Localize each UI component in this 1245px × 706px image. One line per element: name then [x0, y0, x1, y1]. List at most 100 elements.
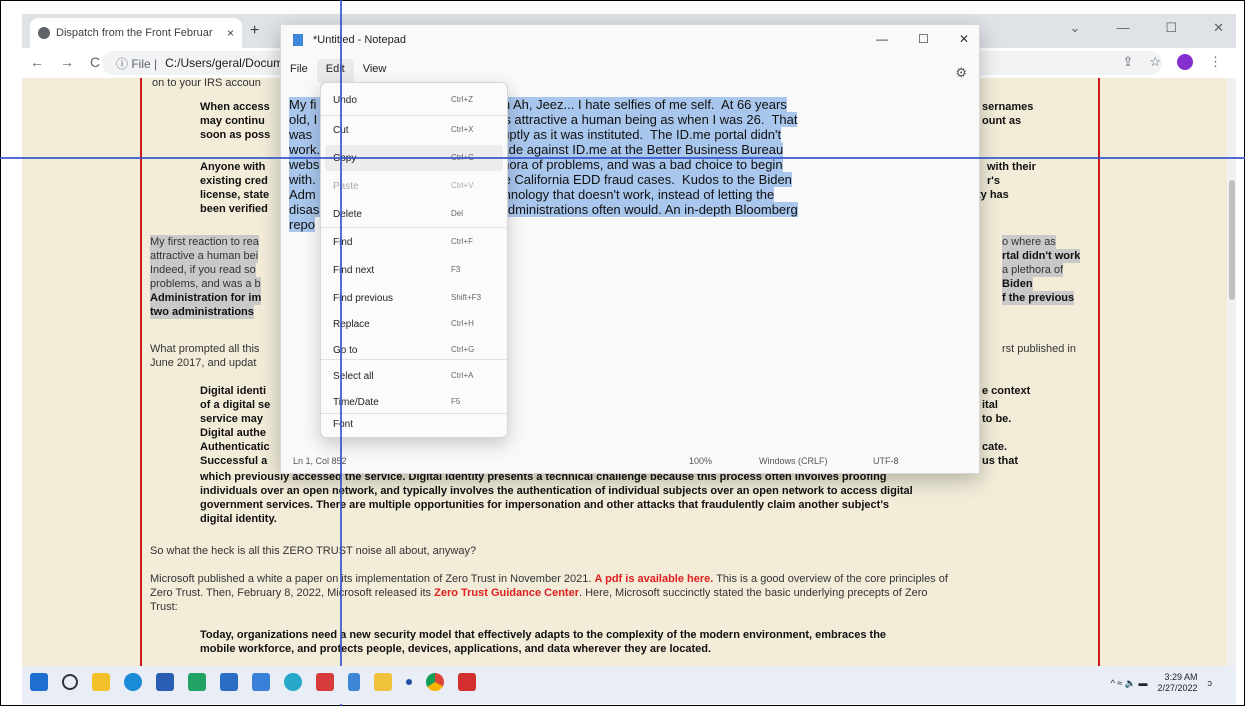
highlight-line: Indeed, if you read so [150, 263, 256, 277]
profile-avatar[interactable] [1177, 54, 1193, 70]
notepad-icon[interactable] [348, 673, 360, 691]
notepad-statusbar: Ln 1, Col 852 100% Windows (CRLF) UTF-8 [281, 449, 979, 473]
menu-separator [321, 115, 507, 116]
windows-start-icon[interactable] [30, 673, 48, 691]
page-fragment: e context [982, 385, 1031, 397]
page-line: may continu [200, 115, 265, 127]
notepad-close-button[interactable]: ✕ [959, 32, 969, 46]
encoding: UTF-8 [873, 456, 899, 466]
reload-button[interactable]: C [90, 54, 100, 70]
line-ending: Windows (CRLF) [759, 456, 828, 466]
folder-icon[interactable] [374, 673, 392, 691]
menu-item-shortcut: Shift+F3 [451, 293, 482, 302]
windows-taskbar: ^ ≈ 🔈 ▬ 3:29 AM 2/27/2022 ↄ [22, 666, 1236, 704]
maximize-button[interactable]: ☐ [1165, 20, 1177, 36]
acrobat-icon[interactable] [458, 673, 476, 691]
settings-gear-icon[interactable]: ⚙ [955, 65, 967, 81]
page-fragment: f the previous [1002, 291, 1075, 305]
app-icon[interactable] [316, 673, 334, 691]
bookmark-star-icon[interactable]: ☆ [1149, 54, 1161, 70]
page-fragment: ital [982, 399, 998, 411]
scrollbar-thumb[interactable] [1229, 180, 1235, 300]
search-icon[interactable] [62, 674, 78, 690]
page-line: on to your IRS accoun [152, 78, 261, 89]
notepad-menubar: File Edit View [281, 59, 395, 83]
menu-file[interactable]: File [281, 59, 317, 83]
new-tab-button[interactable]: + [250, 22, 259, 40]
back-button[interactable]: ← [30, 54, 44, 70]
store-icon[interactable] [156, 673, 174, 691]
minimize-button[interactable]: — [1116, 20, 1129, 36]
page-line: Digital authe [200, 427, 267, 439]
edge-icon[interactable] [124, 673, 142, 691]
kebab-menu-icon[interactable]: ⋮ [1209, 54, 1222, 70]
file-explorer-icon[interactable] [92, 673, 110, 691]
menu-item-replace[interactable]: Replace Ctrl+H [321, 311, 507, 337]
menu-item-cut[interactable]: CutCtrl+X [321, 117, 507, 143]
highlight-line: two administrations [150, 305, 254, 319]
menu-view[interactable]: View [354, 59, 396, 83]
browser-tab[interactable]: Dispatch from the Front Februar × [30, 18, 242, 48]
notification-icon[interactable]: ↄ [1208, 678, 1213, 688]
menu-item-delete[interactable]: Delete Del [321, 201, 507, 227]
app-icon[interactable] [252, 673, 270, 691]
clock[interactable]: 3:29 AM 2/27/2022 [1157, 672, 1197, 694]
app-icon[interactable] [284, 673, 302, 691]
close-button[interactable]: ✕ [1213, 20, 1224, 36]
page-line: mobile workforce, and protects people, d… [200, 643, 712, 655]
menu-item-undo[interactable]: Undo Ctrl+Z [321, 87, 507, 113]
highlight-line: problems, and was a b [150, 277, 261, 291]
notepad-maximize-button[interactable]: ☐ [918, 32, 929, 46]
chrome-icon[interactable] [426, 673, 444, 691]
page-fragment: Biden [1002, 277, 1033, 291]
tab-close-icon[interactable]: × [227, 26, 234, 40]
menu-item-shortcut: Ctrl+V [451, 181, 474, 190]
menu-item-label: Find previous [333, 293, 394, 304]
share-icon[interactable]: ⇪ [1122, 54, 1133, 70]
app-icon[interactable] [220, 673, 238, 691]
page-line: Microsoft published a white a paper on i… [150, 572, 948, 586]
text-line: repo [289, 217, 316, 232]
text-segment: Microsoft published a white a paper on i… [150, 573, 592, 585]
menu-item-label: Find [333, 237, 353, 248]
guidance-center-link[interactable]: Zero Trust Guidance Center [434, 587, 579, 599]
menu-edit[interactable]: Edit [316, 59, 354, 83]
app-icon[interactable] [188, 673, 206, 691]
notepad-minimize-button[interactable]: — [876, 32, 888, 46]
menu-item-find[interactable]: Find Ctrl+F [321, 229, 507, 255]
page-line: digital identity. [200, 513, 277, 525]
clock-date: 2/27/2022 [1157, 683, 1198, 693]
page-fragment: ount as [982, 115, 1022, 127]
notepad-titlebar[interactable]: *Untitled - Notepad — ☐ ✕ [281, 25, 979, 55]
menu-item-find-next[interactable]: Find next F3 [321, 257, 507, 283]
page-scrollbar[interactable] [1227, 78, 1236, 666]
page-fragment: o where as [1002, 235, 1056, 249]
menu-item-label: Paste [333, 181, 359, 192]
tab-search-icon[interactable]: ⌄ [1070, 20, 1081, 36]
page-line: Today, organizations need a new security… [200, 629, 887, 641]
text-segment: . Here, Microsoft succinctly stated the … [578, 587, 928, 599]
page-fragment: cate. [982, 441, 1008, 453]
page-line: government services. There are multiple … [200, 499, 890, 511]
menu-item-shortcut: Ctrl+Z [451, 95, 473, 104]
globe-icon [38, 27, 50, 39]
tray-icons[interactable]: ^ ≈ 🔈 ▬ [1111, 678, 1148, 689]
text-segment: This is a good overview of the core prin… [716, 573, 948, 585]
menu-item-select-all[interactable]: Select all Ctrl+A [321, 363, 507, 389]
menu-item-find-previous[interactable]: Find previous Shift+F3 [321, 285, 507, 311]
clock-time: 3:29 AM [1164, 672, 1198, 682]
edit-menu-dropdown: UndoCtrl+Z CutCtrl+X CopyCtrl+C PasteCtr… [320, 82, 508, 438]
menu-item-paste[interactable]: Paste Ctrl+V [321, 173, 507, 199]
pdf-link[interactable]: A pdf is available here. [595, 573, 714, 585]
dot-icon[interactable] [406, 679, 412, 685]
page-line: soon as poss [200, 129, 271, 141]
page-line: Trust: [150, 601, 178, 613]
address-text: C:/Users/geral/Documen [165, 56, 297, 70]
forward-button[interactable]: → [60, 54, 74, 70]
page-line: June 2017, and updat [150, 357, 257, 369]
page-line: When access [200, 101, 270, 113]
info-icon[interactable]: ⓘ File | [116, 55, 157, 72]
menu-item-shortcut: Ctrl+G [451, 345, 475, 354]
menu-item-font[interactable]: Font [321, 411, 507, 437]
tab-title: Dispatch from the Front Februar [56, 27, 213, 39]
